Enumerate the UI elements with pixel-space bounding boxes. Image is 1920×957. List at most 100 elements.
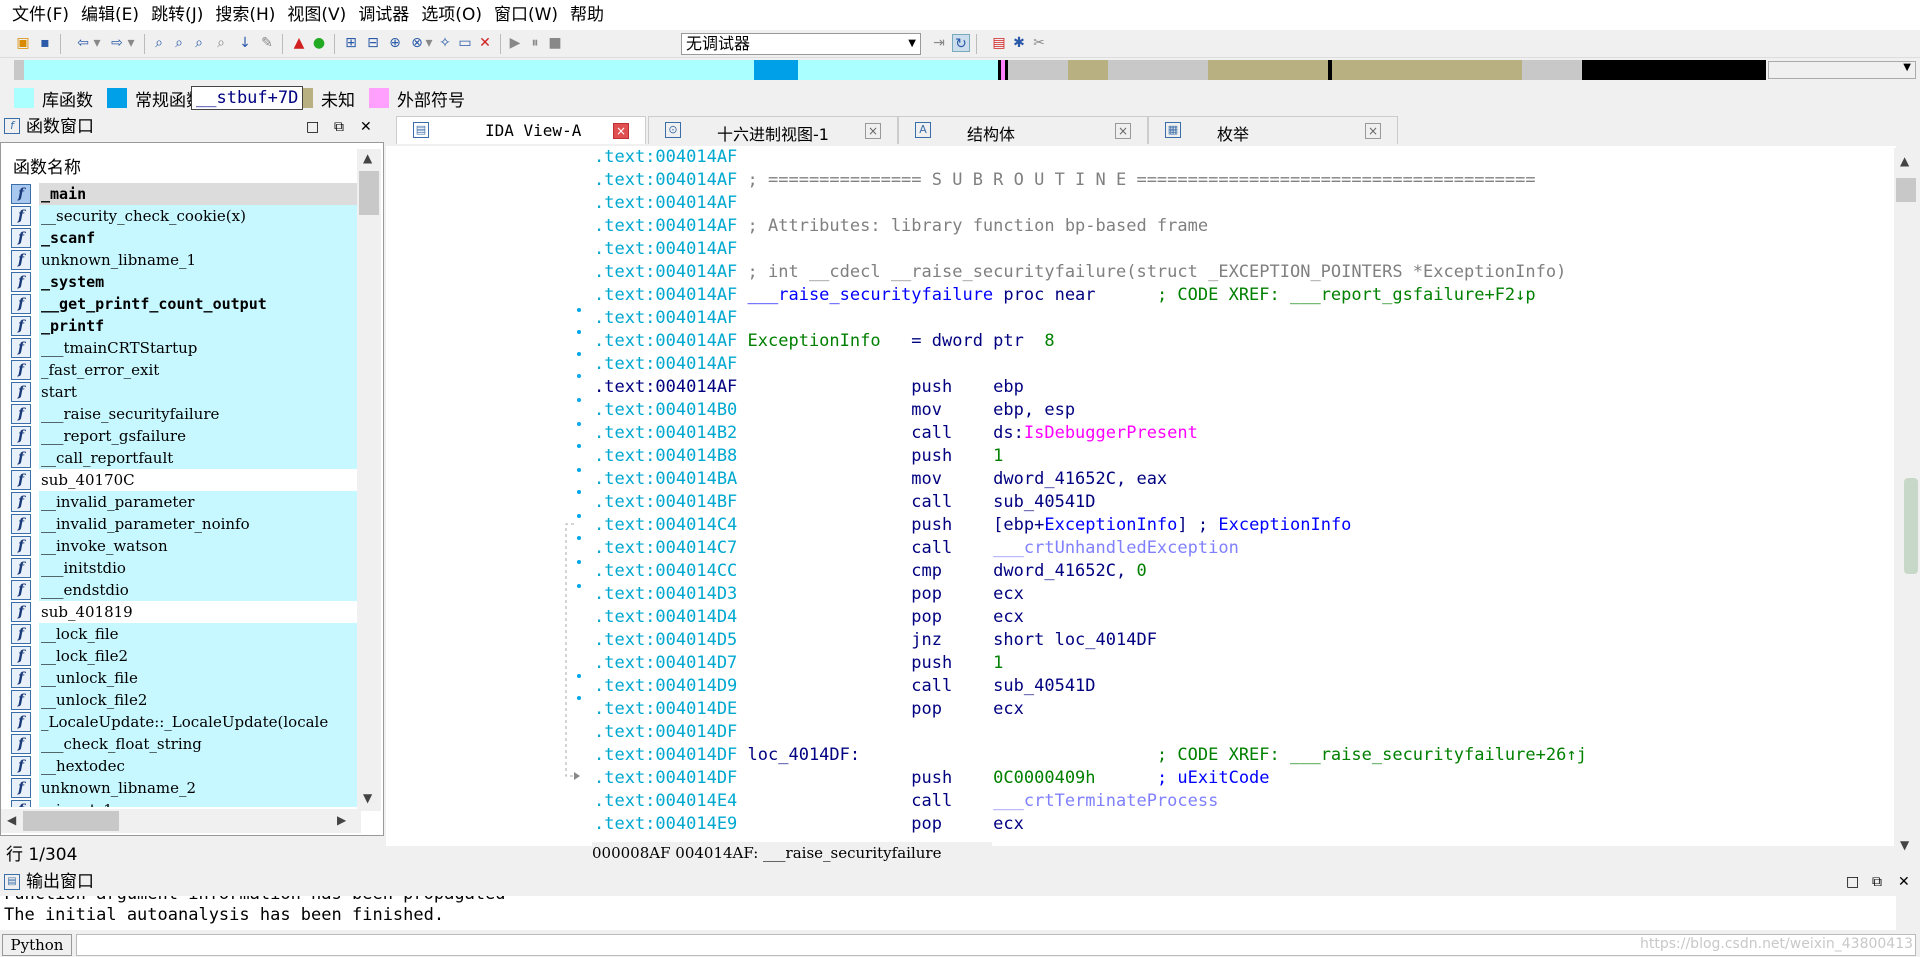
menu-item[interactable]: 视图(V)	[281, 0, 352, 30]
disasm-line[interactable]: .text:004014DF push 0C0000409h ; uExitCo…	[594, 767, 1888, 790]
function-list-item[interactable]: f ___endstdio	[11, 579, 357, 601]
go-icon[interactable]: ↻	[952, 34, 970, 52]
save-icon[interactable]: ▪	[36, 34, 54, 52]
function-list-vscrollbar[interactable]: ▲ ▼	[357, 149, 381, 811]
search-text-icon[interactable]: ⌕	[150, 34, 168, 52]
trace-icon[interactable]: ✱	[1010, 34, 1028, 52]
disasm-line[interactable]: .text:004014D3 pop ecx	[594, 583, 1888, 606]
disasm-line[interactable]: .text:004014B8 push 1	[594, 445, 1888, 468]
ida-view-a[interactable]: .text:004014AF .text:004014AF ; =========…	[386, 146, 1896, 846]
function-list-item[interactable]: f ___raise_securityfailure	[11, 403, 357, 425]
close-icon[interactable]: ×	[1115, 123, 1131, 139]
navband-dropdown[interactable]: ▼	[1768, 61, 1916, 79]
disassembly-listing[interactable]: .text:004014AF .text:004014AF ; =========…	[594, 146, 1888, 836]
menu-item[interactable]: 选项(O)	[415, 0, 488, 30]
function-list-item[interactable]: f __call_reportfault	[11, 447, 357, 469]
scroll-thumb[interactable]	[23, 811, 119, 831]
patch-icon[interactable]: ✧	[436, 34, 454, 52]
function-list-item[interactable]: f _scanf	[11, 227, 357, 249]
menu-item[interactable]: 搜索(H)	[209, 0, 281, 30]
maximize-icon[interactable]: □	[306, 114, 319, 140]
tab[interactable]: ▦ 枚举 ×	[1148, 116, 1398, 144]
output-panel[interactable]: Function argument information has been p…	[0, 896, 1896, 930]
navigation-band[interactable]	[14, 60, 1766, 80]
scroll-thumb[interactable]	[1896, 178, 1916, 202]
disasm-line[interactable]: .text:004014AF	[594, 353, 1888, 376]
function-list-item[interactable]: f __lock_file2	[11, 645, 357, 667]
edit-icon[interactable]: ▭	[456, 34, 474, 52]
maximize-icon[interactable]: □	[1846, 870, 1859, 894]
function-list-item[interactable]: f __unlock_file2	[11, 689, 357, 711]
disasm-line[interactable]: .text:004014AF ExceptionInfo = dword ptr…	[594, 330, 1888, 353]
record-icon[interactable]: ✎	[258, 34, 276, 52]
function-list-item[interactable]: f __hextodec	[11, 755, 357, 777]
disasm-line[interactable]: .text:004014E4 call ___crtTerminateProce…	[594, 790, 1888, 813]
column-header-function-name[interactable]: 函数名称	[13, 153, 81, 178]
close-icon[interactable]: ✕	[360, 114, 372, 140]
function-list-item[interactable]: f unknown_libname_2	[11, 777, 357, 799]
disasm-line[interactable]: .text:004014AF	[594, 307, 1888, 330]
close-icon[interactable]: ×	[613, 123, 629, 139]
disassembly-vscrollbar[interactable]: ▲ ▼	[1894, 148, 1918, 858]
disasm-line[interactable]: .text:004014AF ; =============== S U B R…	[594, 169, 1888, 192]
search-immediate-icon[interactable]: ⌕	[190, 34, 208, 52]
close-icon[interactable]: ×	[865, 123, 881, 139]
function-list-item[interactable]: f __invoke_watson	[11, 535, 357, 557]
disasm-line[interactable]: .text:004014E9 pop ecx	[594, 813, 1888, 836]
function-list-item[interactable]: f _printf	[11, 315, 357, 337]
tab[interactable]: A 结构体 ×	[898, 116, 1148, 144]
function-list-item[interactable]: f start	[11, 381, 357, 403]
disasm-line[interactable]: .text:004014AF ___raise_securityfailure …	[594, 284, 1888, 307]
debugger-select[interactable]: 无调试器 ▼	[681, 33, 921, 55]
scroll-right-icon[interactable]: ▶	[337, 813, 346, 827]
disasm-line[interactable]: .text:004014D7 push 1	[594, 652, 1888, 675]
scroll-thumb[interactable]	[359, 171, 379, 215]
python-button[interactable]: Python	[2, 934, 72, 956]
scroll-down-icon[interactable]: ▼	[363, 791, 372, 805]
disasm-line[interactable]: .text:004014BF call sub_40541D	[594, 491, 1888, 514]
disasm-line[interactable]: .text:004014AF ; Attributes: library fun…	[594, 215, 1888, 238]
disasm-line[interactable]: .text:004014DF loc_4014DF: ; CODE XREF: …	[594, 744, 1888, 767]
function-list-item[interactable]: f _main	[11, 183, 357, 205]
menu-item[interactable]: 帮助	[564, 0, 610, 30]
disasm-line[interactable]: .text:004014B2 call ds:IsDebuggerPresent	[594, 422, 1888, 445]
create-function-icon[interactable]: ⊞	[342, 34, 360, 52]
tab[interactable]: ⊙ 十六进制视图-1 ×	[648, 116, 898, 144]
function-list-item[interactable]: f __invalid_parameter_noinfo	[11, 513, 357, 535]
disasm-line[interactable]: .text:004014AF	[594, 238, 1888, 261]
disasm-line[interactable]: .text:004014D4 pop ecx	[594, 606, 1888, 629]
function-list-item[interactable]: f ___tmainCRTStartup	[11, 337, 357, 359]
function-list-item[interactable]: f sub_401819	[11, 601, 357, 623]
back-icon[interactable]: ⇦	[74, 34, 92, 52]
scroll-up-icon[interactable]: ▲	[363, 151, 372, 165]
function-list-item[interactable]: f __input_1	[11, 799, 357, 807]
function-list-item[interactable]: f __invalid_parameter	[11, 491, 357, 513]
function-list-hscrollbar[interactable]: ◀ ▶	[1, 809, 361, 833]
disasm-line[interactable]: .text:004014C7 call ___crtUnhandledExcep…	[594, 537, 1888, 560]
function-list-item[interactable]: f unknown_libname_1	[11, 249, 357, 271]
disasm-line[interactable]: .text:004014C4 push [ebp+ExceptionInfo] …	[594, 514, 1888, 537]
restore-icon[interactable]: ⧉	[1872, 870, 1882, 894]
close-icon[interactable]: ×	[1365, 123, 1381, 139]
function-list-item[interactable]: f _LocaleUpdate::_LocaleUpdate(locale	[11, 711, 357, 733]
menu-item[interactable]: 跳转(J)	[145, 0, 209, 30]
function-list-item[interactable]: f __unlock_file	[11, 667, 357, 689]
jump-icon[interactable]: ↓	[236, 34, 254, 52]
disasm-line[interactable]: .text:004014DE pop ecx	[594, 698, 1888, 721]
disasm-line[interactable]: .text:004014DF	[594, 721, 1888, 744]
close-icon[interactable]: ✕	[1898, 870, 1910, 894]
disasm-line[interactable]: .text:004014D9 call sub_40541D	[594, 675, 1888, 698]
open-icon[interactable]: ▣	[14, 34, 32, 52]
function-list-item[interactable]: f _system	[11, 271, 357, 293]
menu-item[interactable]: 窗口(W)	[488, 0, 564, 30]
restore-icon[interactable]: ⧉	[334, 114, 344, 140]
function-list-item[interactable]: f __get_printf_count_output	[11, 293, 357, 315]
delete-icon[interactable]: ✕	[476, 34, 494, 52]
cut-icon[interactable]: ✂	[1030, 34, 1048, 52]
function-list-item[interactable]: f ___check_float_string	[11, 733, 357, 755]
graph-icon[interactable]: ▲	[290, 34, 308, 52]
back-dropdown-icon[interactable]: ▾	[92, 34, 102, 52]
disasm-line[interactable]: .text:004014AF	[594, 146, 1888, 169]
add-enum-icon[interactable]: ⊕	[386, 34, 404, 52]
function-list-item[interactable]: f __security_check_cookie(x)	[11, 205, 357, 227]
